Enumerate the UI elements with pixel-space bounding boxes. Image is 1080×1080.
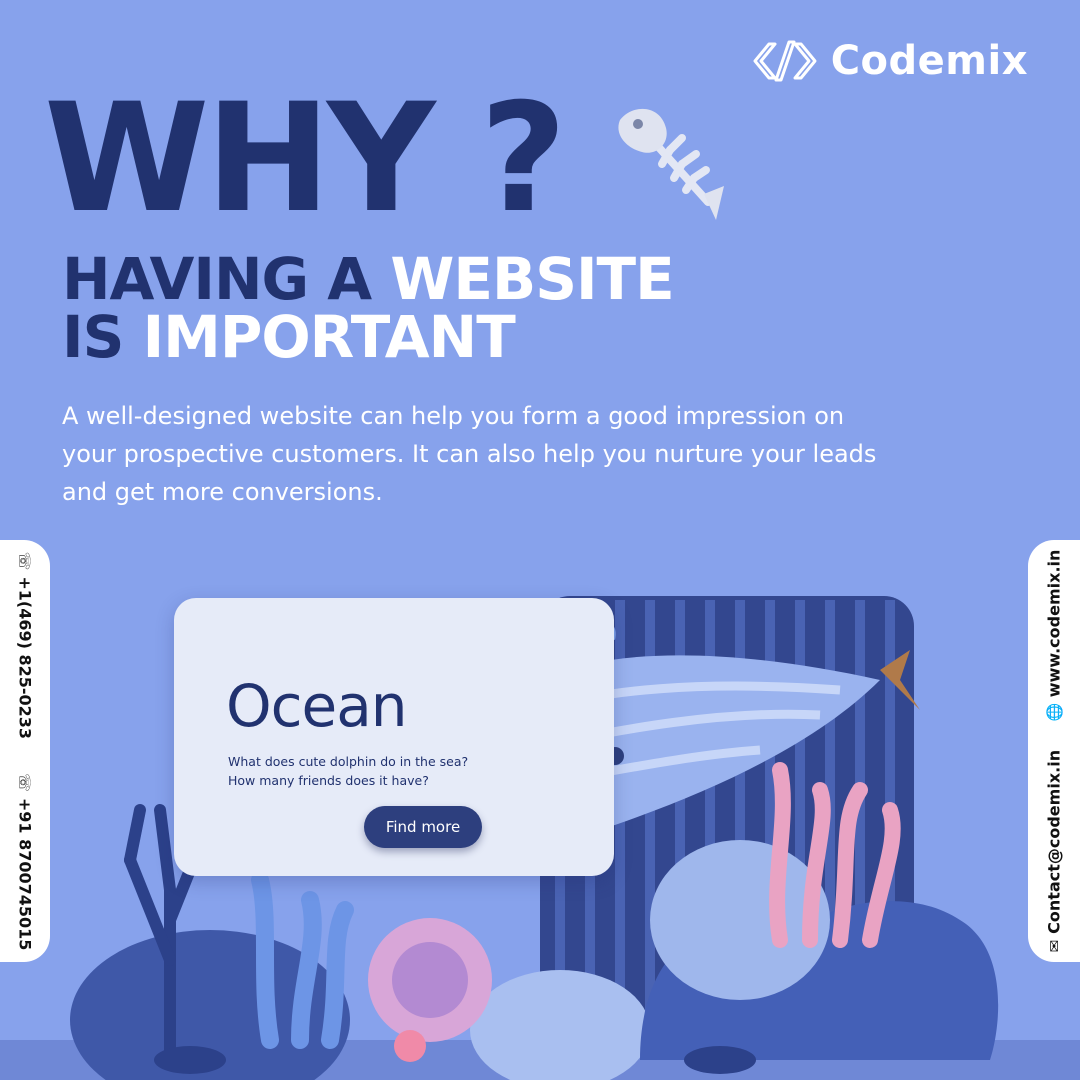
brand-logo: Codemix (751, 38, 1028, 84)
headline-important: IMPORTANT (142, 303, 516, 371)
headline-line-2: IS IMPORTANT (62, 308, 516, 366)
phone-icon: ☏ (16, 773, 34, 792)
find-more-button[interactable]: Find more (364, 806, 482, 848)
website-url: www.codemix.in (1044, 549, 1064, 698)
contact-web-tab: ✉ Contact@codemix.in 🌐 www.codemix.in (1028, 540, 1080, 962)
phone-number-2: +91 8700745015 (15, 797, 35, 951)
phone-item-2[interactable]: ☏ +91 8700745015 (16, 773, 35, 950)
email-item[interactable]: ✉ Contact@codemix.in (1045, 750, 1064, 953)
headline-is: IS (62, 303, 124, 371)
email-address: Contact@codemix.in (1044, 749, 1064, 934)
hero-why-heading: WHY ? (44, 72, 567, 246)
brand-name: Codemix (830, 38, 1028, 84)
contact-phone-tab: ☏ +1(469) 825-0233 ☏ +91 8700745015 (0, 540, 50, 962)
card-description: What does cute dolphin do in the sea? Ho… (228, 754, 469, 789)
card-title: Ocean (226, 672, 408, 740)
headline-line-1: HAVING A WEBSITE (62, 250, 675, 308)
description-text: A well-designed website can help you for… (62, 402, 877, 506)
ocean-card: Ocean What does cute dolphin do in the s… (174, 598, 614, 876)
phone-item-1[interactable]: ☏ +1(469) 825-0233 (16, 552, 35, 739)
globe-icon: 🌐 (1045, 703, 1063, 722)
fishbone-decoration (618, 108, 724, 220)
website-item[interactable]: 🌐 www.codemix.in (1045, 550, 1064, 722)
phone-number-1: +1(469) 825-0233 (15, 576, 35, 740)
mail-icon: ✉ (1045, 939, 1063, 953)
code-brackets-icon (753, 40, 817, 82)
phone-icon: ☏ (16, 551, 34, 571)
